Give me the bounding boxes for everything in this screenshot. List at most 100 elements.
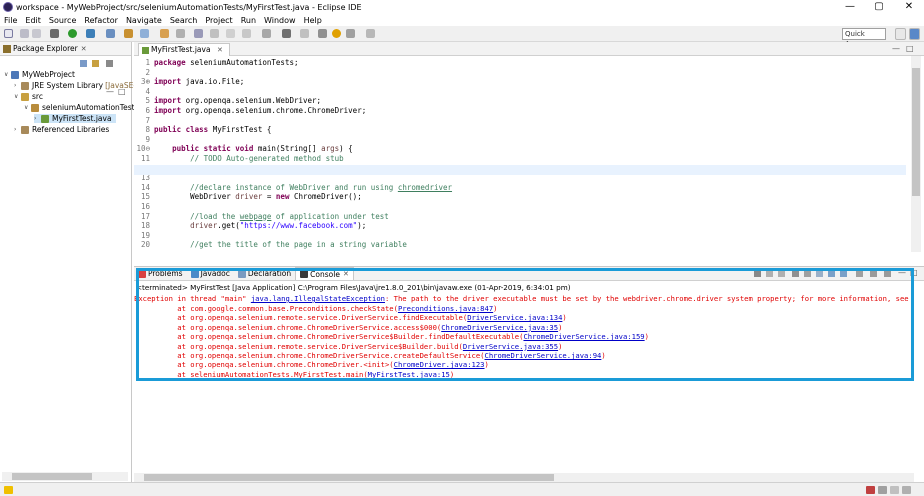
new-java-project-icon[interactable]	[106, 29, 115, 38]
back-icon[interactable]	[332, 29, 341, 38]
quick-access-input[interactable]: Quick Access	[842, 28, 886, 48]
forward-icon[interactable]	[346, 29, 355, 38]
tree-item-myfirsttest[interactable]: › MyFirstTest.java	[34, 114, 116, 123]
horizontal-scrollbar[interactable]	[2, 472, 128, 481]
code-token: package	[154, 58, 186, 67]
code-line[interactable]: 17 //load the webpage of application und…	[134, 212, 906, 222]
save-icon[interactable]	[20, 29, 29, 38]
menu-refactor[interactable]: Refactor	[80, 16, 122, 25]
project-icon	[11, 70, 19, 79]
status-icon-4[interactable]	[902, 486, 911, 494]
menu-window[interactable]: Window	[260, 16, 300, 25]
library-icon	[21, 81, 29, 90]
code-line[interactable]: 3⊕ import java.io.File;	[134, 77, 906, 87]
maximize-button[interactable]: ▢	[864, 0, 894, 14]
code-line[interactable]: 5 import org.openqa.selenium.WebDriver;	[134, 96, 906, 106]
tree-item-jre[interactable]: › JRE System Library [JavaSE-1.8]	[14, 81, 151, 90]
expand-arrow-icon[interactable]: ›	[14, 126, 21, 133]
forward-menu-icon[interactable]	[366, 29, 375, 38]
expand-arrow-icon[interactable]: ∨	[24, 104, 31, 111]
menu-source[interactable]: Source	[45, 16, 80, 25]
console-horizontal-scrollbar[interactable]	[134, 473, 914, 482]
code-line[interactable]: 7	[134, 116, 906, 126]
pin-icon[interactable]	[262, 29, 271, 38]
code-line[interactable]: 10⊖ public static void main(String[] arg…	[134, 144, 906, 154]
minimize-button[interactable]: —	[835, 0, 865, 14]
debug-icon[interactable]	[50, 29, 59, 38]
code-line[interactable]: 18 driver.get("https://www.facebook.com"…	[134, 221, 906, 231]
view-menu-icon[interactable]	[106, 60, 113, 67]
code-line[interactable]: 16	[134, 202, 906, 212]
status-icon-2[interactable]	[878, 486, 887, 494]
code-line[interactable]: 20 //get the title of the page in a stri…	[134, 240, 906, 250]
code-line[interactable]: 19	[134, 231, 906, 241]
new-package-icon[interactable]	[124, 29, 133, 38]
menu-project[interactable]: Project	[201, 16, 236, 25]
run-icon[interactable]	[68, 29, 77, 38]
annotation-icon[interactable]	[194, 29, 203, 38]
code-line[interactable]: 9	[134, 135, 906, 145]
code-area[interactable]: 1 package seleniumAutomationTests; 2 3⊕ impo…	[134, 56, 906, 251]
open-type-icon[interactable]	[160, 29, 169, 38]
code-line[interactable]: 1 package seleniumAutomationTests;	[134, 58, 906, 68]
block-select-icon[interactable]	[226, 29, 235, 38]
status-icon-1[interactable]	[866, 486, 875, 494]
code-token: chromedriver	[397, 182, 453, 192]
java-perspective-icon[interactable]	[909, 28, 920, 40]
expand-arrow-icon[interactable]: ›	[34, 115, 41, 122]
new-icon[interactable]	[4, 29, 13, 38]
expand-arrow-icon[interactable]: ∨	[4, 71, 11, 78]
code-line[interactable]: 15 WebDriver driver = new ChromeDriver()…	[134, 192, 906, 202]
save-all-icon[interactable]	[32, 29, 41, 38]
tree-item-project[interactable]: ∨ MyWebProject	[4, 70, 75, 79]
maximize-editor-icon[interactable]: □	[906, 44, 914, 53]
menu-file[interactable]: File	[0, 16, 21, 25]
open-perspective-icon[interactable]	[895, 28, 906, 40]
expand-arrow-icon[interactable]: ∨	[14, 93, 21, 100]
last-edit-icon[interactable]	[318, 29, 327, 38]
close-icon[interactable]: ✕	[217, 46, 223, 54]
prev-annotation-icon[interactable]	[300, 29, 309, 38]
code-token: MyFirstTest {	[208, 125, 272, 135]
editor-vertical-scrollbar[interactable]	[911, 56, 921, 252]
menu-help[interactable]: Help	[300, 16, 326, 25]
expand-arrow-icon[interactable]: ›	[14, 82, 21, 89]
close-button[interactable]: ✕	[894, 0, 924, 14]
search-icon[interactable]	[176, 29, 185, 38]
minimize-editor-icon[interactable]: —	[892, 44, 900, 53]
menu-navigate[interactable]: Navigate	[122, 16, 166, 25]
show-whitespace-icon[interactable]	[242, 29, 251, 38]
menu-run[interactable]: Run	[237, 16, 260, 25]
tree-item-referenced-libraries[interactable]: › Referenced Libraries	[14, 125, 109, 134]
scroll-thumb[interactable]	[12, 473, 92, 480]
code-line[interactable]: 11 // TODO Auto-generated method stub	[134, 154, 906, 164]
code-line[interactable]: 2	[134, 68, 906, 78]
status-icon-3[interactable]	[890, 486, 899, 494]
code-line[interactable]: 6 import org.openqa.selenium.chrome.Chrom…	[134, 106, 906, 116]
code-token: org.openqa.selenium.WebDriver;	[181, 96, 322, 106]
tree-item-src[interactable]: ∨ src	[14, 92, 43, 101]
code-token: org.openqa.selenium.chrome.ChromeDriver;	[181, 106, 367, 115]
collapse-all-icon[interactable]	[80, 60, 87, 67]
next-annotation-icon[interactable]	[282, 29, 291, 38]
code-text: public class MyFirstTest {	[154, 125, 271, 135]
tab-package-explorer[interactable]: Package Explorer ✕ — □	[0, 42, 131, 96]
scroll-thumb[interactable]	[912, 68, 920, 196]
link-with-editor-icon[interactable]	[92, 60, 99, 67]
new-class-icon[interactable]	[140, 29, 149, 38]
tree-item-package[interactable]: ∨ seleniumAutomationTests	[24, 103, 138, 112]
code-token: public class	[154, 125, 209, 135]
tab-myfirsttest[interactable]: MyFirstTest.java ✕	[138, 43, 230, 56]
code-line[interactable]: 14 //declare instance of WebDriver and r…	[134, 183, 906, 193]
close-icon[interactable]: ✕	[81, 45, 87, 53]
code-text: import org.openqa.selenium.chrome.Chrome…	[154, 106, 366, 116]
code-line[interactable]: 8 public class MyFirstTest {	[134, 125, 906, 135]
toggle-mark-icon[interactable]	[210, 29, 219, 38]
external-tools-icon[interactable]	[86, 29, 95, 38]
menu-edit[interactable]: Edit	[21, 16, 45, 25]
code-text: //load the webpage of application under …	[154, 212, 389, 222]
menu-search[interactable]: Search	[166, 16, 201, 25]
code-line[interactable]: 4	[134, 87, 906, 97]
scroll-thumb[interactable]	[144, 474, 554, 481]
tip-icon[interactable]	[4, 486, 13, 494]
